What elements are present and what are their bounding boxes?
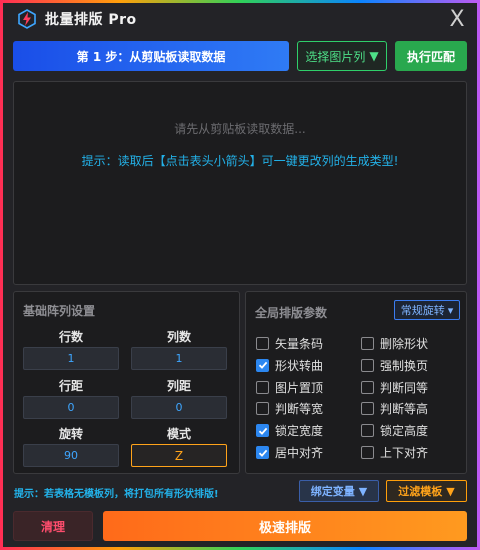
checkbox-checked-icon[interactable] bbox=[256, 424, 269, 438]
option-label: 判断等高 bbox=[380, 402, 429, 417]
option-label: 删除形状 bbox=[380, 337, 429, 351]
cols-label: 列数 bbox=[166, 330, 191, 344]
checkbox-checked-icon[interactable] bbox=[256, 358, 269, 372]
rows-input[interactable]: 1 bbox=[23, 347, 119, 370]
checkbox-unchecked-icon[interactable] bbox=[361, 337, 374, 350]
option-checkbox-row[interactable]: 判断等宽 bbox=[256, 400, 323, 417]
option-label: 上下对齐 bbox=[380, 446, 429, 460]
row-gap-input[interactable]: 0 bbox=[23, 396, 119, 419]
option-label: 形状转曲 bbox=[275, 358, 324, 373]
chevron-down-icon: ▼ bbox=[369, 49, 379, 63]
option-checkbox-row[interactable]: 矢量条码 bbox=[256, 335, 323, 352]
option-checkbox-row[interactable]: 判断等高 bbox=[361, 400, 428, 417]
run-match-button[interactable]: 执行匹配 bbox=[395, 41, 467, 71]
window-frame: 批量排版 Pro X 第 1 步：从剪贴板读取数据 选择图片列 ▼ 执行匹配 请… bbox=[0, 0, 480, 550]
checkmark-icon bbox=[258, 449, 267, 457]
select-column-label: 选择图片列 bbox=[305, 49, 366, 64]
option-checkbox-row[interactable]: 判断同等 bbox=[361, 379, 428, 396]
bind-variable-label: 绑定变量 bbox=[310, 485, 355, 498]
clear-button[interactable]: 清理 bbox=[13, 511, 93, 541]
checkbox-unchecked-icon[interactable] bbox=[361, 402, 374, 416]
bind-variable-button[interactable]: 绑定变量 ▼ bbox=[299, 480, 379, 502]
checkbox-checked-icon[interactable] bbox=[256, 446, 269, 459]
app-window: 批量排版 Pro X 第 1 步：从剪贴板读取数据 选择图片列 ▼ 执行匹配 请… bbox=[3, 3, 477, 547]
option-checkbox-row[interactable]: 删除形状 bbox=[361, 335, 428, 352]
option-checkbox-row[interactable]: 居中对齐 bbox=[256, 444, 323, 461]
checkbox-unchecked-icon[interactable] bbox=[361, 380, 374, 394]
cols-input[interactable]: 1 bbox=[131, 347, 227, 370]
mode-input[interactable]: Z bbox=[131, 444, 227, 467]
array-settings-title: 基础阵列设置 bbox=[23, 304, 96, 318]
select-image-column-dropdown[interactable]: 选择图片列 ▼ bbox=[297, 41, 387, 71]
col-gap-input[interactable]: 0 bbox=[131, 396, 227, 419]
option-label: 矢量条码 bbox=[275, 337, 324, 351]
close-icon[interactable]: X bbox=[447, 7, 467, 32]
fast-layout-button[interactable]: 极速排版 bbox=[103, 511, 467, 541]
checkbox-unchecked-icon[interactable] bbox=[361, 424, 374, 438]
option-label: 强制换页 bbox=[380, 358, 429, 373]
option-checkbox-row[interactable]: 图片置顶 bbox=[256, 379, 323, 396]
top-toolbar: 第 1 步：从剪贴板读取数据 选择图片列 ▼ 执行匹配 bbox=[13, 41, 467, 71]
option-checkbox-row[interactable]: 强制换页 bbox=[361, 357, 428, 374]
filter-template-button[interactable]: 过滤模板 ▼ bbox=[386, 480, 467, 502]
rotate-label: 旋转 bbox=[58, 427, 83, 441]
mode-label: 模式 bbox=[166, 427, 191, 441]
checkmark-icon bbox=[258, 427, 267, 435]
row-gap-label: 行距 bbox=[58, 379, 83, 393]
checkbox-unchecked-icon[interactable] bbox=[256, 380, 269, 394]
option-checkbox-row[interactable]: 上下对齐 bbox=[361, 444, 428, 461]
global-params-title: 全局排版参数 bbox=[255, 306, 328, 320]
option-label: 锁定高度 bbox=[380, 424, 429, 439]
app-logo-icon bbox=[18, 9, 36, 29]
template-hint: 提示：若表格无模板列，将打包所有形状排版! bbox=[14, 489, 219, 500]
option-label: 居中对齐 bbox=[275, 446, 324, 460]
checkbox-unchecked-icon[interactable] bbox=[256, 402, 269, 416]
option-label: 判断等宽 bbox=[275, 402, 324, 417]
option-checkbox-row[interactable]: 形状转曲 bbox=[256, 357, 323, 374]
option-label: 图片置顶 bbox=[275, 380, 324, 395]
rotate-input[interactable]: 90 bbox=[23, 444, 119, 467]
global-params-panel: 全局排版参数 常规旋转 ▾ 矢量条码 删除形状形状转曲 强制换页图片置顶 判断同等判断… bbox=[245, 291, 467, 474]
chevron-down-icon: ▼ bbox=[446, 484, 455, 498]
chevron-down-icon: ▼ bbox=[358, 484, 368, 498]
checkbox-unchecked-icon[interactable] bbox=[256, 337, 269, 350]
rotate-mode-select[interactable]: 常规旋转 ▾ bbox=[394, 300, 460, 320]
read-clipboard-button[interactable]: 第 1 步：从剪贴板读取数据 bbox=[13, 41, 289, 71]
data-table-area[interactable]: 请先从剪贴板读取数据... 提示：读取后【点击表头小箭头】可一键更改列的生成类型… bbox=[13, 81, 467, 285]
option-checkbox-row[interactable]: 锁定高度 bbox=[361, 422, 428, 439]
col-gap-label: 列距 bbox=[166, 379, 191, 393]
data-placeholder: 请先从剪贴板读取数据... bbox=[174, 122, 306, 136]
filter-template-label: 过滤模板 bbox=[398, 485, 443, 498]
option-label: 判断同等 bbox=[380, 380, 429, 395]
checkbox-unchecked-icon[interactable] bbox=[361, 446, 374, 459]
option-checkbox-row[interactable]: 锁定宽度 bbox=[256, 422, 323, 439]
chevron-down-icon: ▾ bbox=[447, 303, 454, 317]
rows-label: 行数 bbox=[58, 330, 83, 344]
data-hint: 提示：读取后【点击表头小箭头】可一键更改列的生成类型! bbox=[81, 154, 399, 168]
title-bar: 批量排版 Pro X bbox=[3, 3, 477, 35]
option-label: 锁定宽度 bbox=[275, 424, 324, 439]
app-title: 批量排版 Pro bbox=[45, 12, 137, 28]
checkmark-icon bbox=[258, 362, 267, 370]
array-settings-panel: 基础阵列设置 行数 1 列数 1 行距 0 列距 0 旋转 90 模式 Z bbox=[13, 291, 240, 474]
rotate-mode-value: 常规旋转 bbox=[400, 304, 445, 317]
checkbox-unchecked-icon[interactable] bbox=[361, 358, 374, 372]
